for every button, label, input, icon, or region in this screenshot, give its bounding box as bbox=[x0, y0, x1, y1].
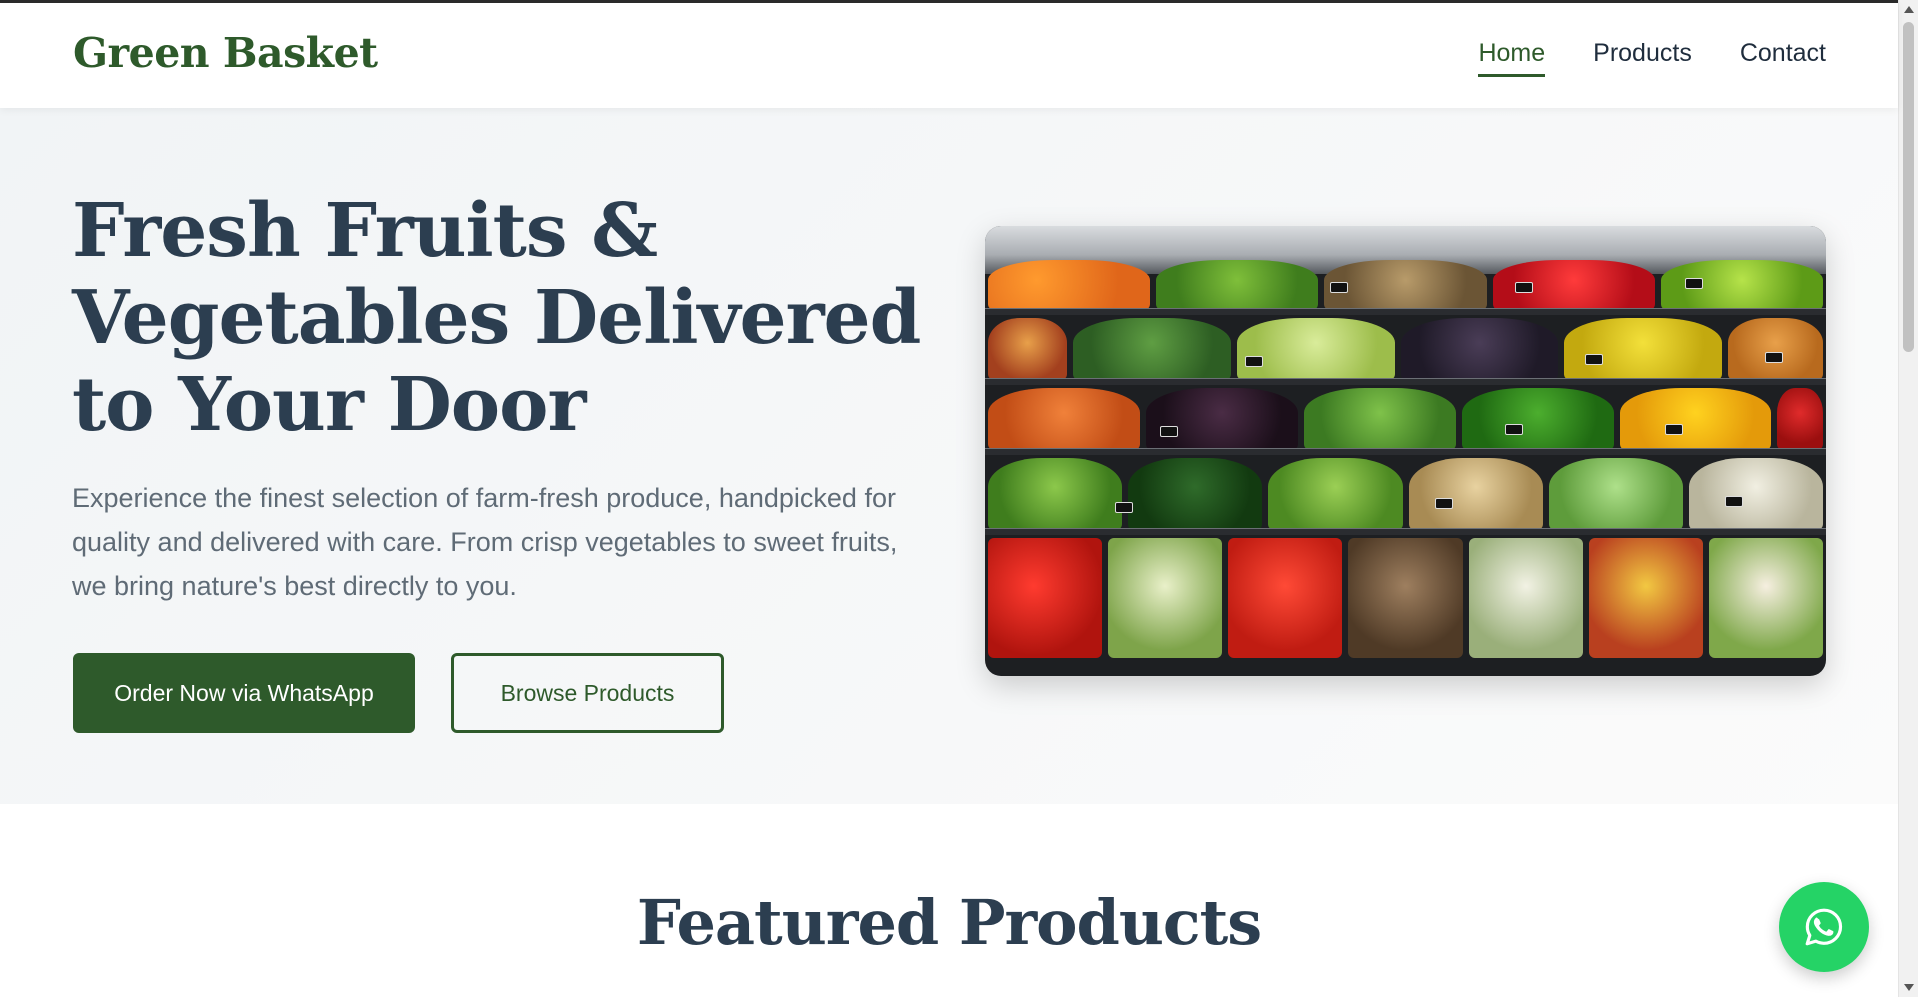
order-whatsapp-button[interactable]: Order Now via WhatsApp bbox=[73, 653, 415, 733]
nav-products-link[interactable]: Products bbox=[1593, 39, 1692, 77]
whatsapp-float-button[interactable] bbox=[1779, 882, 1869, 972]
scroll-down-arrow-icon[interactable] bbox=[1904, 984, 1914, 991]
featured-products-title: Featured Products bbox=[636, 886, 1262, 959]
image-shelf-row bbox=[985, 388, 1826, 450]
whatsapp-icon bbox=[1805, 908, 1843, 946]
image-shelf-row bbox=[985, 538, 1826, 658]
page-scrollbar[interactable] bbox=[1898, 0, 1918, 997]
nav-home-link[interactable]: Home bbox=[1478, 39, 1546, 77]
nav-contact-link[interactable]: Contact bbox=[1740, 39, 1826, 77]
image-shelf-row bbox=[985, 458, 1826, 530]
scroll-up-arrow-icon[interactable] bbox=[1904, 6, 1914, 13]
hero-description: Experience the finest selection of farm-… bbox=[72, 483, 898, 601]
scrollbar-thumb[interactable] bbox=[1903, 22, 1914, 352]
hero-section: Fresh Fruits & Vegetables Delivered to Y… bbox=[0, 108, 1898, 804]
hero-title: Fresh Fruits & Vegetables Delivered to Y… bbox=[72, 188, 921, 448]
hero-produce-image bbox=[985, 226, 1826, 676]
browse-products-button[interactable]: Browse Products bbox=[451, 653, 724, 733]
site-logo[interactable]: Green Basket bbox=[73, 29, 378, 77]
main-nav: Home Products Contact bbox=[1478, 39, 1826, 77]
image-shelf-row bbox=[985, 318, 1826, 380]
site-header: Green Basket Home Products Contact bbox=[0, 3, 1898, 108]
